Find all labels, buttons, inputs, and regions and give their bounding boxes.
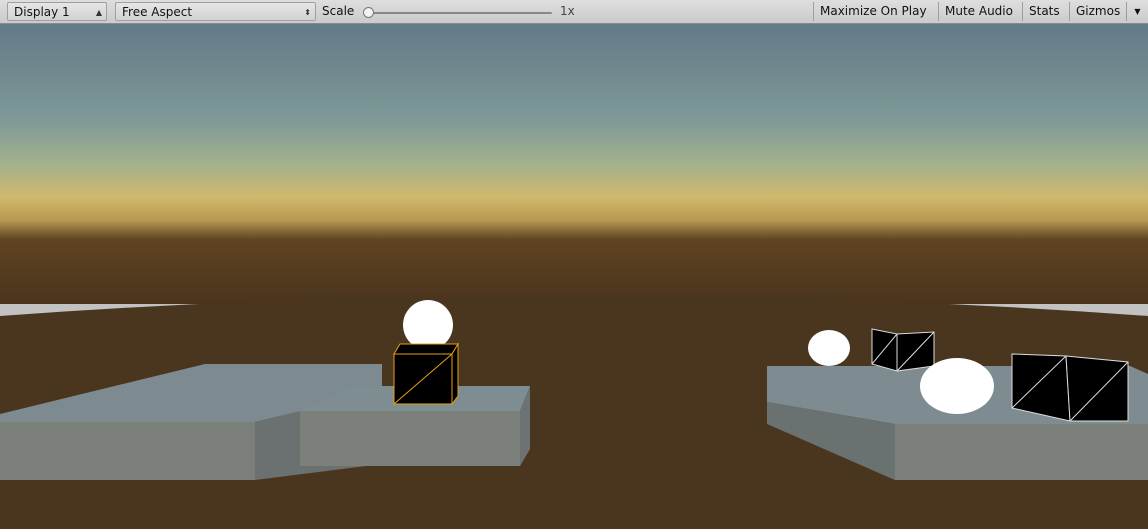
gizmos-toggle[interactable]: Gizmos	[1069, 2, 1126, 21]
mute-audio-toggle[interactable]: Mute Audio	[938, 2, 1019, 21]
scale-label: Scale	[322, 4, 355, 18]
sphere-right-small[interactable]	[808, 330, 850, 366]
maximize-label: Maximize On Play	[820, 4, 927, 18]
mute-label: Mute Audio	[945, 4, 1013, 18]
scale-value: 1x	[560, 4, 575, 18]
scale-slider-handle[interactable]	[363, 7, 374, 18]
cube-right-small[interactable]	[871, 328, 935, 372]
sphere-right-large[interactable]	[920, 358, 994, 414]
sphere-center[interactable]	[403, 300, 453, 350]
aspect-dropdown[interactable]: Free Aspect ⬍	[115, 2, 316, 21]
cube-right-large[interactable]	[1011, 353, 1129, 422]
aspect-label: Free Aspect	[122, 5, 193, 19]
game-viewport[interactable]	[0, 24, 1148, 529]
maximize-on-play-toggle[interactable]: Maximize On Play	[813, 2, 933, 21]
scale-slider-track[interactable]	[364, 12, 552, 14]
triangle-down-icon: ▼	[1134, 7, 1141, 16]
cube-selected[interactable]	[393, 342, 459, 406]
gizmos-menu-button[interactable]: ▼	[1126, 2, 1148, 21]
dropdown-arrow-icon: ⬍	[304, 8, 311, 17]
stats-toggle[interactable]: Stats	[1022, 2, 1066, 21]
gizmos-label: Gizmos	[1076, 4, 1121, 18]
game-view-toolbar: Display 1 ▲ Free Aspect ⬍ Scale 1x Maxim…	[0, 0, 1148, 24]
display-label: Display 1	[14, 5, 70, 19]
display-dropdown[interactable]: Display 1 ▲	[7, 2, 107, 21]
stats-label: Stats	[1029, 4, 1060, 18]
dropdown-arrow-icon: ▲	[95, 8, 102, 17]
skybox	[0, 24, 1148, 304]
